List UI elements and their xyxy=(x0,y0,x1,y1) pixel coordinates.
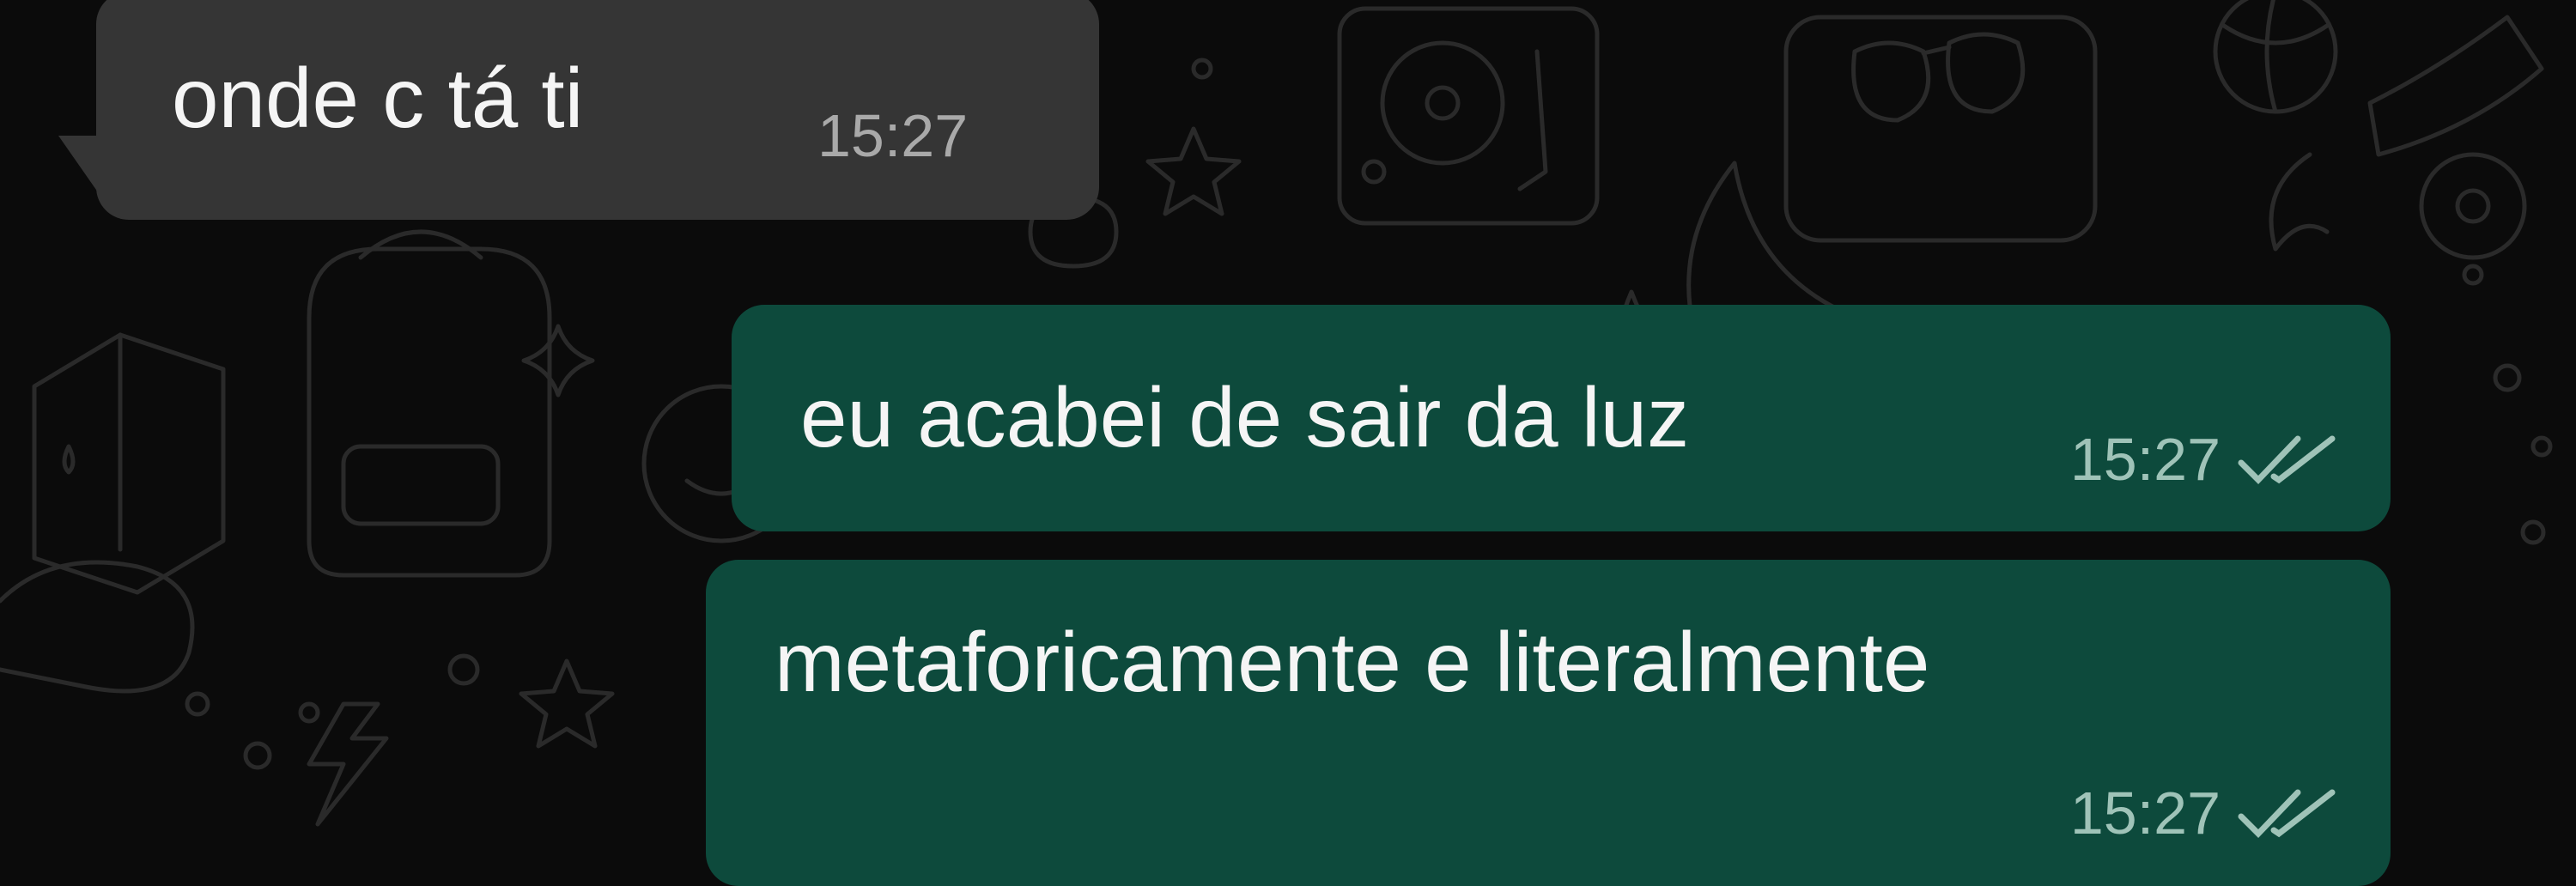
incoming-message-bubble[interactable]: onde c tá ti 15:27 xyxy=(58,0,1099,220)
star-doodle-icon xyxy=(519,658,615,749)
bread-doodle-icon xyxy=(0,560,195,694)
message-meta: 15:27 xyxy=(2070,779,2339,847)
donut-doodle-icon xyxy=(2419,152,2527,260)
ball-doodle-icon xyxy=(2213,0,2338,114)
pepper-doodle-icon xyxy=(2367,15,2544,157)
record-player-doodle-icon xyxy=(1337,6,1600,226)
bubble-tail xyxy=(58,136,110,209)
lightning-doodle-icon xyxy=(307,701,389,827)
sparkle-doodle-icon xyxy=(521,324,595,397)
message-time: 15:27 xyxy=(2069,780,2221,847)
tail-doodle-icon xyxy=(2269,152,2330,252)
double-check-icon xyxy=(2238,435,2336,485)
message-text: onde c tá ti xyxy=(172,51,584,145)
milk-carton-doodle-icon xyxy=(32,332,226,595)
message-meta: 15:27 xyxy=(2070,425,2339,494)
message-time: 15:27 xyxy=(817,102,969,169)
message-text: metaforicamente e literalmente xyxy=(775,615,1930,709)
star-doodle-icon xyxy=(1145,126,1242,216)
message-text: eu acabei de sair da luz xyxy=(800,370,1690,464)
backpack-doodle-icon xyxy=(307,229,552,578)
double-check-icon xyxy=(2238,789,2336,839)
outgoing-message-bubble[interactable]: eu acabei de sair da luz 15:27 xyxy=(732,305,2391,531)
outgoing-message-bubble[interactable]: metaforicamente e literalmente 15:27 xyxy=(706,560,2391,886)
message-time: 15:27 xyxy=(2069,426,2221,493)
sunglasses-doodle-icon xyxy=(1783,15,2098,243)
message-meta: 15:27 xyxy=(817,101,968,170)
